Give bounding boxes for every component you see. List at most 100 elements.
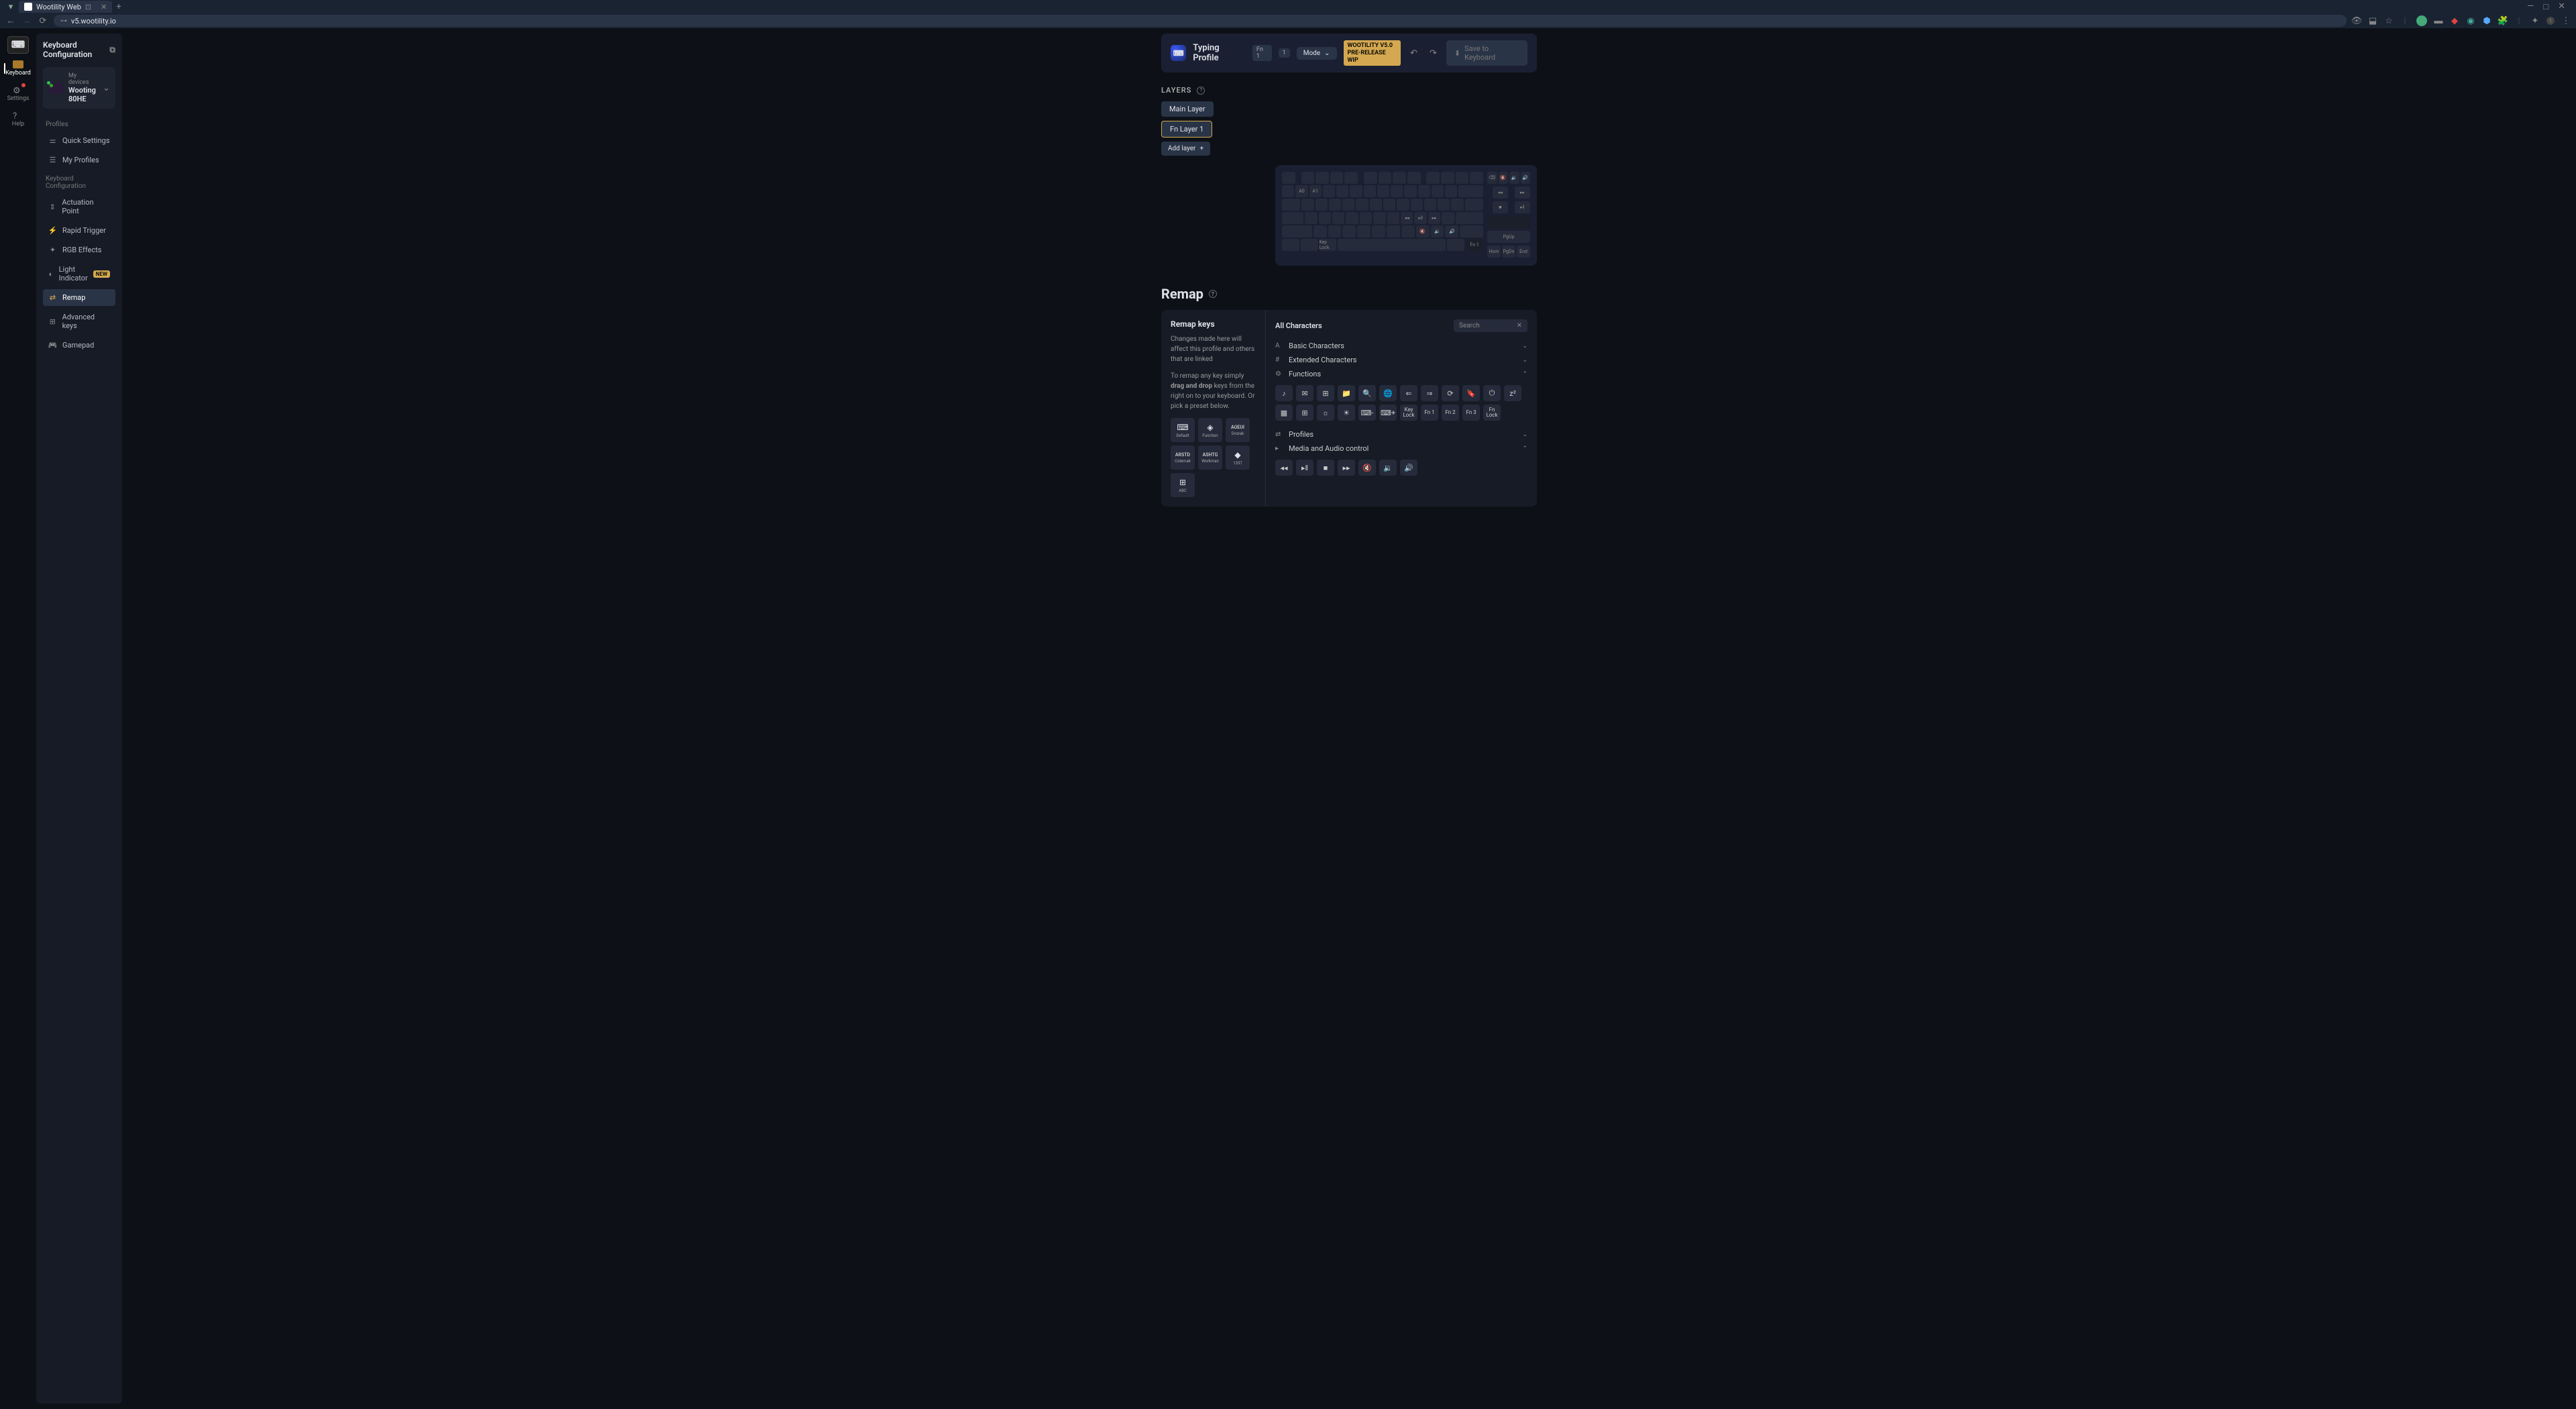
preset-workman[interactable]: ASHTGWorkman <box>1198 446 1222 470</box>
minimize-icon[interactable]: — <box>2527 1 2534 12</box>
key[interactable] <box>1438 199 1450 211</box>
key[interactable] <box>1383 199 1395 211</box>
key[interactable] <box>1465 199 1483 211</box>
category-media[interactable]: ▸ Media and Audio control ⌃ <box>1275 441 1527 456</box>
close-window-icon[interactable]: ✕ <box>2558 1 2565 12</box>
key[interactable] <box>1458 185 1483 197</box>
key[interactable] <box>1328 225 1342 238</box>
key[interactable]: 🔊 <box>1521 172 1531 184</box>
key-play[interactable]: ▸‖ <box>1515 201 1530 213</box>
key[interactable] <box>1344 172 1358 184</box>
url-input[interactable]: ⊶ v5.wootility.io <box>54 15 2347 27</box>
redo-button[interactable]: ↷ <box>1427 46 1440 61</box>
key[interactable] <box>1357 225 1371 238</box>
key[interactable] <box>1393 172 1406 184</box>
layer-tab-main[interactable]: Main Layer <box>1161 101 1214 117</box>
tab-dropdown-icon[interactable]: ▾ <box>5 1 16 12</box>
key[interactable] <box>1418 185 1430 197</box>
key[interactable] <box>1313 225 1327 238</box>
preset-dvorak[interactable]: AOEUIDvorak <box>1226 418 1250 442</box>
preset-abc[interactable]: ⊞ABC <box>1171 473 1195 497</box>
sidebar-item-gamepad[interactable]: 🎮 Gamepad <box>43 337 115 354</box>
ext2-icon[interactable]: ◆ <box>2450 16 2459 25</box>
preset-1337[interactable]: ◆1337 <box>1226 446 1250 470</box>
rail-keyboard[interactable]: Keyboard <box>8 58 28 79</box>
key-spacebar[interactable] <box>1338 239 1446 251</box>
chevron-down-icon[interactable]: ⌄ <box>103 83 110 93</box>
key[interactable] <box>1456 172 1469 184</box>
key[interactable] <box>1460 225 1483 238</box>
sidebar-item-actuation[interactable]: ⇕ Actuation Point <box>43 194 115 219</box>
preset-colemak[interactable]: ARSTDColemak <box>1171 446 1195 470</box>
key[interactable] <box>1441 172 1454 184</box>
fn-files[interactable]: 📁 <box>1338 385 1355 401</box>
browser-tab[interactable]: Wootility Web ⊡ ✕ <box>19 1 112 13</box>
fn-power[interactable]: ⏻ <box>1483 385 1501 401</box>
key[interactable] <box>1342 199 1354 211</box>
fn-refresh[interactable]: ⟳ <box>1442 385 1459 401</box>
key[interactable] <box>1373 212 1385 224</box>
rail-settings[interactable]: ⚙ Settings <box>8 83 28 105</box>
key[interactable] <box>1426 172 1440 184</box>
key[interactable] <box>1470 172 1483 184</box>
category-functions[interactable]: ⚙ Functions ⌃ <box>1275 367 1527 381</box>
fn-bright-up[interactable]: ☀ <box>1338 405 1355 421</box>
key[interactable] <box>1282 172 1295 184</box>
key[interactable] <box>1330 172 1344 184</box>
key-a0[interactable]: A0 <box>1295 185 1307 197</box>
sidebar-item-my-profiles[interactable]: ☰ My Profiles <box>43 152 115 168</box>
key[interactable] <box>1316 172 1329 184</box>
ext1-icon[interactable]: ▬ <box>2434 16 2443 25</box>
key-pgdn[interactable]: PgDn <box>1502 246 1515 258</box>
keyboard-visual[interactable]: A0 A1 <box>1275 165 1537 266</box>
close-icon[interactable]: ✕ <box>101 3 107 11</box>
reload-icon[interactable]: ⟳ <box>38 15 48 26</box>
fn-search[interactable]: 🔍 <box>1358 385 1376 401</box>
key[interactable] <box>1391 185 1403 197</box>
ext4-icon[interactable]: ⬢ <box>2482 16 2491 25</box>
key-keylock[interactable]: Key Lock <box>1320 239 1337 251</box>
key[interactable] <box>1350 185 1362 197</box>
key[interactable] <box>1411 199 1423 211</box>
media-stop[interactable]: ■ <box>1317 460 1334 476</box>
fn-bright-down[interactable]: ☼ <box>1317 405 1334 421</box>
key[interactable] <box>1282 199 1300 211</box>
sidebar-item-light[interactable]: ◐ Light Indicator NEW <box>43 261 115 286</box>
key[interactable] <box>1451 199 1463 211</box>
fn-calc[interactable]: ⊞ <box>1317 385 1334 401</box>
fn-fn3[interactable]: Fn 3 <box>1462 405 1480 421</box>
key[interactable] <box>1364 172 1377 184</box>
key[interactable] <box>1301 239 1318 251</box>
copy-icon[interactable]: ⧉ <box>109 45 115 55</box>
key[interactable] <box>1364 185 1376 197</box>
menu-icon[interactable]: ⋮ <box>2561 16 2571 25</box>
fn-screen1[interactable]: ▦ <box>1275 405 1293 421</box>
key[interactable] <box>1387 225 1400 238</box>
device-card[interactable]: My devices Wooting 80HE ⌄ <box>43 67 115 109</box>
key[interactable] <box>1404 185 1416 197</box>
key[interactable] <box>1319 212 1331 224</box>
key-fn1[interactable]: Fn 1 <box>1466 239 1483 251</box>
key-next[interactable]: ▸▸ <box>1515 187 1530 199</box>
fn-bookmark[interactable]: 🔖 <box>1462 385 1480 401</box>
preset-function[interactable]: ◈Function <box>1198 418 1222 442</box>
sidebar-item-rapid[interactable]: ⚡ Rapid Trigger <box>43 222 115 239</box>
key[interactable]: 🔇 <box>1499 172 1509 184</box>
save-button[interactable]: ⬇ Save to Keyboard <box>1446 40 1527 66</box>
key[interactable] <box>1282 225 1312 238</box>
fn-kbd-up[interactable]: ⌨+ <box>1379 405 1397 421</box>
fn-web[interactable]: 🌐 <box>1379 385 1397 401</box>
layer-tab-fn1[interactable]: Fn Layer 1 <box>1161 121 1212 138</box>
key[interactable] <box>1316 199 1328 211</box>
tab-audio-icon[interactable]: ⊡ <box>85 3 91 11</box>
key[interactable] <box>1407 172 1421 184</box>
profile-avatar[interactable] <box>2416 15 2427 26</box>
key[interactable] <box>1379 172 1392 184</box>
fn-fn2[interactable]: Fn 2 <box>1442 405 1459 421</box>
key[interactable] <box>1336 185 1348 197</box>
mode-dropdown[interactable]: Mode ⌄ <box>1297 47 1337 60</box>
fn-music[interactable]: ♪ <box>1275 385 1293 401</box>
key[interactable] <box>1356 199 1368 211</box>
fn-mail[interactable]: ✉ <box>1296 385 1313 401</box>
media-voldown[interactable]: 🔉 <box>1379 460 1397 476</box>
